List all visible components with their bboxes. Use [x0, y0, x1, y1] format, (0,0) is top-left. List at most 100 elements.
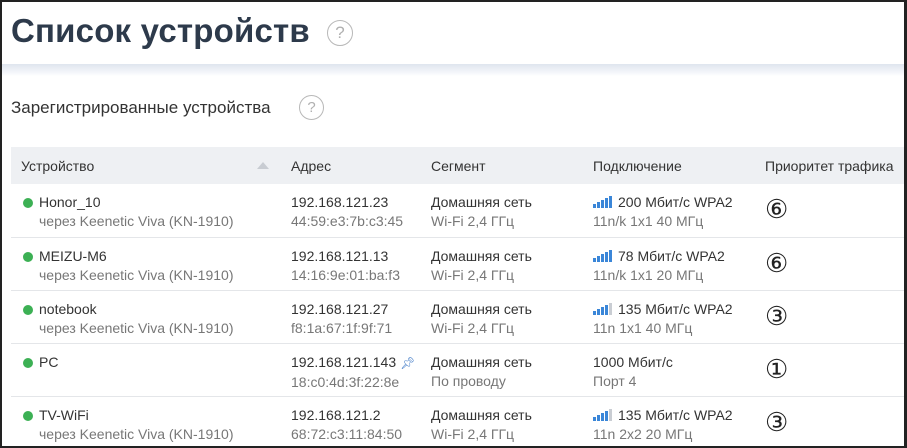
priority-cell[interactable]: ③	[755, 396, 904, 448]
device-name[interactable]: MEIZU-M6	[39, 248, 107, 264]
device-cell: PC	[11, 343, 281, 396]
mac-address: 14:16:9e:01:ba:f3	[291, 266, 400, 283]
ip-address: 192.168.121.2	[291, 406, 381, 423]
online-status-icon	[23, 357, 33, 368]
priority-level[interactable]: ①	[765, 354, 788, 384]
segment-sub: Wi-Fi 2,4 ГГц	[431, 319, 515, 336]
ip-address: 192.168.121.143	[291, 353, 397, 370]
column-header-address[interactable]: Адрес	[281, 147, 421, 184]
device-name-wrap: notebook	[21, 300, 281, 319]
mac-address: f8:1a:67:1f:9f:71	[291, 319, 393, 336]
section-help-icon[interactable]: ?	[299, 95, 324, 120]
sort-ascending-icon[interactable]	[257, 162, 269, 169]
priority-cell[interactable]: ⑥	[755, 184, 904, 237]
column-header-device[interactable]: Устройство	[11, 147, 281, 184]
connection-cell: 1000 Мбит/с Порт 4	[583, 343, 755, 396]
segment-cell: Домашняя сеть Wi-Fi 2,4 ГГц	[421, 237, 583, 290]
device-name-wrap: Honor_10	[21, 193, 281, 212]
segment-cell: Домашняя сеть По проводу	[421, 343, 583, 396]
column-header-priority[interactable]: Приоритет трафика	[755, 147, 904, 184]
connection-speed: 200 Мбит/с WPA2	[618, 194, 733, 210]
device-name[interactable]: Honor_10	[39, 194, 101, 210]
segment-name: Домашняя сеть	[431, 353, 532, 370]
device-cell: Honor_10 через Keenetic Viva (KN-1910)	[11, 184, 281, 237]
online-status-icon	[23, 198, 33, 208]
table-row[interactable]: Honor_10 через Keenetic Viva (KN-1910) 192…	[11, 184, 904, 237]
connection-cell: 200 Мбит/с WPA2 11n/k 1x1 40 МГц	[583, 184, 755, 237]
address-cell: 192.168.121.143 📌︎ 18:c0:4d:3f:22:8e	[281, 343, 421, 396]
segment-name: Домашняя сеть	[431, 247, 532, 264]
connection-cell: 78 Мбит/с WPA2 11n/k 1x1 20 МГц	[583, 237, 755, 290]
connection-speed: 78 Мбит/с WPA2	[618, 247, 725, 264]
connection-speed: 1000 Мбит/с	[593, 353, 673, 370]
connection-speed: 135 Мбит/с WPA2	[618, 406, 733, 423]
connection-cell: 135 Мбит/с WPA2 11n 2x2 20 МГц	[583, 396, 755, 448]
priority-cell[interactable]: ⑥	[755, 237, 904, 290]
priority-level[interactable]: ③	[765, 301, 788, 331]
device-uplink: через Keenetic Viva (KN-1910)	[39, 425, 234, 442]
connection-cell: 135 Мбит/с WPA2 11n 1x1 40 МГц	[583, 290, 755, 343]
segment-name: Домашняя сеть	[431, 406, 532, 423]
table-row[interactable]: TV-WiFi через Keenetic Viva (KN-1910) 192.…	[11, 396, 904, 448]
connection-details: 11n 1x1 40 МГц	[593, 319, 693, 336]
column-header-device-label: Устройство	[21, 157, 95, 174]
header-divider	[2, 64, 904, 76]
segment-cell: Домашняя сеть Wi-Fi 2,4 ГГц	[421, 290, 583, 343]
ip-wrap: 192.168.121.143 📌︎	[291, 353, 421, 373]
devices-table: Устройство Адрес Сегмент Подключение При…	[11, 147, 904, 448]
connection-speed-wrap: 200 Мбит/с WPA2	[593, 193, 755, 212]
connection-speed-wrap: 135 Мбит/с WPA2	[593, 300, 755, 319]
table-row[interactable]: PC 192.168.121.143 📌︎ 18:c0:4d:3f:22:8e Дома…	[11, 343, 904, 396]
device-name[interactable]: PC	[39, 354, 58, 370]
device-cell: notebook через Keenetic Viva (KN-1910)	[11, 290, 281, 343]
connection-details: Порт 4	[593, 372, 637, 389]
priority-cell[interactable]: ③	[755, 290, 904, 343]
device-name-wrap: TV-WiFi	[21, 406, 281, 425]
device-uplink: через Keenetic Viva (KN-1910)	[39, 213, 234, 229]
help-icon[interactable]: ?	[327, 20, 353, 46]
priority-level[interactable]: ⑥	[765, 194, 788, 224]
device-name-wrap: MEIZU-M6	[21, 247, 281, 266]
page-header: Список устройств ?	[2, 2, 904, 64]
priority-cell[interactable]: ①	[755, 343, 904, 396]
pin-icon[interactable]: 📌︎	[400, 356, 415, 370]
table-header-row: Устройство Адрес Сегмент Подключение При…	[11, 147, 904, 184]
address-cell: 192.168.121.23 44:59:e3:7b:c3:45	[281, 184, 421, 237]
connection-speed-wrap: 135 Мбит/с WPA2	[593, 406, 755, 425]
segment-name: Домашняя сеть	[431, 194, 532, 210]
online-status-icon	[23, 304, 33, 315]
column-header-connection[interactable]: Подключение	[583, 147, 755, 184]
segment-sub: Wi-Fi 2,4 ГГц	[431, 213, 515, 229]
segment-cell: Домашняя сеть Wi-Fi 2,4 ГГц	[421, 396, 583, 448]
wifi-signal-icon	[593, 196, 612, 208]
ip-wrap: 192.168.121.27	[291, 300, 421, 319]
wifi-signal-icon	[593, 249, 612, 262]
mac-address: 18:c0:4d:3f:22:8e	[291, 373, 400, 390]
ip-wrap: 192.168.121.13	[291, 247, 421, 266]
priority-level[interactable]: ⑥	[765, 248, 788, 278]
segment-sub: Wi-Fi 2,4 ГГц	[431, 425, 515, 442]
device-cell: MEIZU-M6 через Keenetic Viva (KN-1910)	[11, 237, 281, 290]
priority-level[interactable]: ③	[765, 407, 788, 437]
wifi-signal-icon	[593, 408, 612, 421]
segment-cell: Домашняя сеть Wi-Fi 2,4 ГГц	[421, 184, 583, 237]
ip-address: 192.168.121.27	[291, 300, 389, 317]
ip-wrap: 192.168.121.23	[291, 193, 421, 212]
column-header-segment[interactable]: Сегмент	[421, 147, 583, 184]
ip-address: 192.168.121.13	[291, 247, 389, 264]
section-title: Зарегистрированные устройства	[11, 98, 271, 117]
connection-details: 11n/k 1x1 40 МГц	[593, 213, 704, 229]
connection-speed-wrap: 78 Мбит/с WPA2	[593, 247, 755, 266]
segment-name: Домашняя сеть	[431, 300, 532, 317]
table-row[interactable]: MEIZU-M6 через Keenetic Viva (KN-1910) 192…	[11, 237, 904, 290]
device-name[interactable]: TV-WiFi	[39, 407, 89, 423]
page-title: Список устройств	[11, 12, 310, 49]
connection-speed: 135 Мбит/с WPA2	[618, 300, 733, 317]
device-uplink: через Keenetic Viva (KN-1910)	[39, 266, 234, 283]
device-name[interactable]: notebook	[39, 301, 97, 317]
table-row[interactable]: notebook через Keenetic Viva (KN-1910) 192…	[11, 290, 904, 343]
connection-details: 11n 2x2 20 МГц	[593, 425, 693, 442]
address-cell: 192.168.121.2 68:72:c3:11:84:50	[281, 396, 421, 448]
device-uplink: через Keenetic Viva (KN-1910)	[39, 319, 234, 336]
mac-address: 44:59:e3:7b:c3:45	[291, 213, 404, 229]
